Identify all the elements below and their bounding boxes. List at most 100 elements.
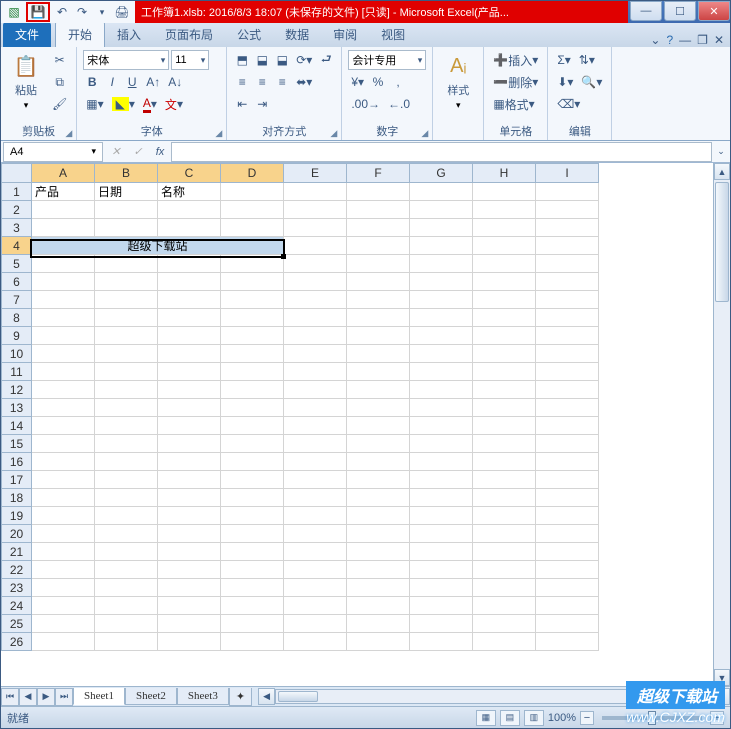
sheet-tab-2[interactable]: Sheet2	[125, 688, 177, 705]
cell-A24[interactable]	[32, 597, 95, 615]
cell-C26[interactable]	[158, 633, 221, 651]
font-size-combo[interactable]: 11▾	[171, 50, 209, 70]
cell-H15[interactable]	[473, 435, 536, 453]
align-right-button[interactable]: ≡	[273, 72, 291, 92]
tab-formulas[interactable]: 公式	[225, 22, 273, 47]
cell-A2[interactable]	[32, 201, 95, 219]
cell-E17[interactable]	[284, 471, 347, 489]
row-header-22[interactable]: 22	[2, 561, 32, 579]
cell-C12[interactable]	[158, 381, 221, 399]
zoom-slider[interactable]	[602, 716, 702, 720]
cell-H13[interactable]	[473, 399, 536, 417]
col-header-D[interactable]: D	[221, 164, 284, 183]
row-header-5[interactable]: 5	[2, 255, 32, 273]
cell-G24[interactable]	[410, 597, 473, 615]
minimize-button[interactable]: —	[630, 1, 662, 21]
cell-A14[interactable]	[32, 417, 95, 435]
vscroll-thumb[interactable]	[715, 182, 729, 302]
cell-I25[interactable]	[536, 615, 599, 633]
cell-G3[interactable]	[410, 219, 473, 237]
cell-B7[interactable]	[95, 291, 158, 309]
cell-E1[interactable]	[284, 183, 347, 201]
cell-H18[interactable]	[473, 489, 536, 507]
cell-I13[interactable]	[536, 399, 599, 417]
cell-C3[interactable]	[158, 219, 221, 237]
doc-close-icon[interactable]: ✕	[714, 33, 724, 47]
undo-icon[interactable]: ↶	[54, 4, 70, 20]
cell-F14[interactable]	[347, 417, 410, 435]
row-header-25[interactable]: 25	[2, 615, 32, 633]
wrap-text-button[interactable]: ⮐	[317, 50, 335, 70]
cell-I21[interactable]	[536, 543, 599, 561]
cell-G12[interactable]	[410, 381, 473, 399]
cell-E14[interactable]	[284, 417, 347, 435]
cell-E20[interactable]	[284, 525, 347, 543]
cell-I14[interactable]	[536, 417, 599, 435]
cell-C21[interactable]	[158, 543, 221, 561]
cell-C7[interactable]	[158, 291, 221, 309]
row-header-19[interactable]: 19	[2, 507, 32, 525]
cell-C10[interactable]	[158, 345, 221, 363]
cell-E7[interactable]	[284, 291, 347, 309]
cell-G23[interactable]	[410, 579, 473, 597]
cell-I24[interactable]	[536, 597, 599, 615]
cell-I10[interactable]	[536, 345, 599, 363]
cell-G13[interactable]	[410, 399, 473, 417]
cell-H12[interactable]	[473, 381, 536, 399]
cell-I26[interactable]	[536, 633, 599, 651]
cell-F17[interactable]	[347, 471, 410, 489]
last-sheet-icon[interactable]: ⏭	[55, 688, 73, 706]
cell-F5[interactable]	[347, 255, 410, 273]
cell-E18[interactable]	[284, 489, 347, 507]
col-header-C[interactable]: C	[158, 164, 221, 183]
number-launcher-icon[interactable]: ◢	[421, 128, 428, 139]
cell-D14[interactable]	[221, 417, 284, 435]
cell-F10[interactable]	[347, 345, 410, 363]
copy-button[interactable]: ⧉	[49, 72, 70, 92]
cell-D21[interactable]	[221, 543, 284, 561]
row-header-13[interactable]: 13	[2, 399, 32, 417]
cell-G1[interactable]	[410, 183, 473, 201]
row-header-14[interactable]: 14	[2, 417, 32, 435]
cell-H19[interactable]	[473, 507, 536, 525]
cell-B1[interactable]: 日期	[95, 183, 158, 201]
cell-A18[interactable]	[32, 489, 95, 507]
sheet-tab-1[interactable]: Sheet1	[73, 688, 125, 705]
col-header-I[interactable]: I	[536, 164, 599, 183]
cell-D10[interactable]	[221, 345, 284, 363]
cell-B3[interactable]	[95, 219, 158, 237]
cell-A13[interactable]	[32, 399, 95, 417]
cell-C8[interactable]	[158, 309, 221, 327]
cell-E9[interactable]	[284, 327, 347, 345]
cell-D19[interactable]	[221, 507, 284, 525]
row-header-9[interactable]: 9	[2, 327, 32, 345]
cell-H14[interactable]	[473, 417, 536, 435]
row-header-24[interactable]: 24	[2, 597, 32, 615]
cell-C11[interactable]	[158, 363, 221, 381]
cell-C2[interactable]	[158, 201, 221, 219]
maximize-button[interactable]: ☐	[664, 1, 696, 21]
row-header-20[interactable]: 20	[2, 525, 32, 543]
cell-A1[interactable]: 产品	[32, 183, 95, 201]
qat-more-icon[interactable]: ▾	[94, 4, 110, 20]
cell-D18[interactable]	[221, 489, 284, 507]
cell-H7[interactable]	[473, 291, 536, 309]
cell-H26[interactable]	[473, 633, 536, 651]
cell-G5[interactable]	[410, 255, 473, 273]
align-center-button[interactable]: ≡	[253, 72, 271, 92]
align-middle-button[interactable]: ⬓	[253, 50, 271, 70]
enter-icon[interactable]: ✓	[127, 145, 149, 158]
phonetic-button[interactable]: 文▾	[162, 94, 186, 114]
currency-button[interactable]: ¥▾	[348, 72, 367, 92]
cell-H22[interactable]	[473, 561, 536, 579]
cell-D17[interactable]	[221, 471, 284, 489]
tab-file[interactable]: 文件	[3, 22, 51, 47]
autosum-button[interactable]: Σ▾	[554, 50, 573, 70]
cell-F18[interactable]	[347, 489, 410, 507]
shrink-font-button[interactable]: A↓	[165, 72, 185, 92]
tab-home[interactable]: 开始	[55, 21, 105, 47]
cell-A25[interactable]	[32, 615, 95, 633]
cell-B8[interactable]	[95, 309, 158, 327]
cell-C20[interactable]	[158, 525, 221, 543]
row-header-4[interactable]: 4	[2, 237, 32, 255]
